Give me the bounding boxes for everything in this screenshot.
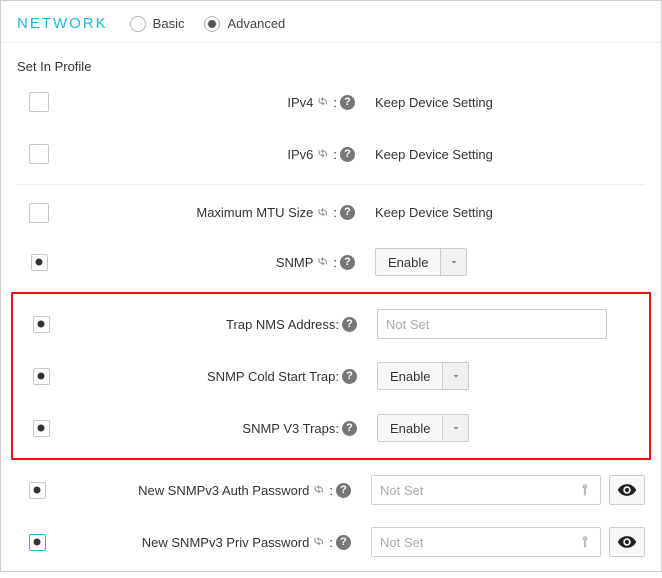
help-icon[interactable]: ? [340,147,355,162]
label-ipv4: IPv4 [287,95,313,110]
cold-start-dropdown[interactable]: Enable [377,362,469,390]
profile-checkbox-cold-start[interactable] [33,368,50,385]
help-icon[interactable]: ? [342,369,357,384]
row-mtu: Maximum MTU Size : ? Keep Device Setting [17,184,645,236]
section-label: Set In Profile [1,43,661,76]
settings-list: IPv4 : ? Keep Device Setting IPv6 : ? Ke… [1,76,661,578]
label-ipv6: IPv6 [287,147,313,162]
sync-icon [316,206,330,220]
page-title: NETWORK [17,15,108,32]
sync-icon [316,147,330,161]
mode-basic-radio[interactable]: Basic [130,16,185,32]
value-mtu: Keep Device Setting [375,205,493,220]
cold-start-dropdown-label: Enable [378,369,442,384]
profile-checkbox-ipv4[interactable] [29,92,49,112]
sync-icon [312,535,326,549]
value-ipv4: Keep Device Setting [375,95,493,110]
keyhole-icon [577,534,593,550]
help-icon[interactable]: ? [336,483,351,498]
row-ipv6: IPv6 : ? Keep Device Setting [17,128,645,180]
v3-traps-dropdown-label: Enable [378,421,442,436]
help-icon[interactable]: ? [342,421,357,436]
sync-icon [316,255,330,269]
row-priv-password: New SNMPv3 Priv Password : ? [17,516,645,568]
help-icon[interactable]: ? [340,255,355,270]
row-v3-traps: SNMP V3 Traps: ? Enable [13,402,649,454]
row-cold-start-trap: SNMP Cold Start Trap: ? Enable [13,350,649,402]
help-icon[interactable]: ? [336,535,351,550]
profile-checkbox-v3-traps[interactable] [33,420,50,437]
label-mtu: Maximum MTU Size [196,205,313,220]
help-icon[interactable]: ? [340,95,355,110]
mode-advanced-label: Advanced [227,16,285,31]
row-snmp: SNMP : ? Enable [17,236,645,288]
profile-checkbox-snmp[interactable] [31,254,48,271]
label-priv-pw: New SNMPv3 Priv Password [142,535,310,550]
label-cold-start: SNMP Cold Start Trap: [207,369,339,384]
help-icon[interactable]: ? [342,317,357,332]
show-password-button[interactable] [609,527,645,557]
auth-password-input[interactable] [371,475,601,505]
profile-checkbox-ipv6[interactable] [29,144,49,164]
radio-icon [204,16,220,32]
profile-checkbox-auth-pw[interactable] [29,482,46,499]
snmp-dropdown[interactable]: Enable [375,248,467,276]
row-trap-nms-address: Trap NMS Address: ? [13,298,649,350]
help-icon[interactable]: ? [340,205,355,220]
label-trap-addr: Trap NMS Address: [226,317,339,332]
profile-checkbox-trap-addr[interactable] [33,316,50,333]
mode-radio-group: Basic Advanced [130,16,286,32]
row-auth-password: New SNMPv3 Auth Password : ? [17,464,645,516]
profile-checkbox-mtu[interactable] [29,203,49,223]
profile-checkbox-priv-pw[interactable] [29,534,46,551]
mode-advanced-radio[interactable]: Advanced [204,16,285,32]
trap-nms-address-input[interactable] [377,309,607,339]
label-v3-traps: SNMP V3 Traps: [242,421,339,436]
value-ipv6: Keep Device Setting [375,147,493,162]
row-ipv4: IPv4 : ? Keep Device Setting [17,76,645,128]
label-auth-pw: New SNMPv3 Auth Password [138,483,309,498]
show-password-button[interactable] [609,475,645,505]
priv-password-input[interactable] [371,527,601,557]
chevron-down-icon [442,415,468,441]
chevron-down-icon [440,249,466,275]
v3-traps-dropdown[interactable]: Enable [377,414,469,442]
sync-icon [312,483,326,497]
highlight-frame: Trap NMS Address: ? SNMP Cold Start Trap… [11,292,651,460]
tab-header: NETWORK Basic Advanced [1,1,661,43]
radio-icon [130,16,146,32]
sync-icon [316,95,330,109]
chevron-down-icon [442,363,468,389]
mode-basic-label: Basic [153,16,185,31]
keyhole-icon [577,482,593,498]
label-snmp: SNMP [276,255,314,270]
snmp-dropdown-label: Enable [376,255,440,270]
